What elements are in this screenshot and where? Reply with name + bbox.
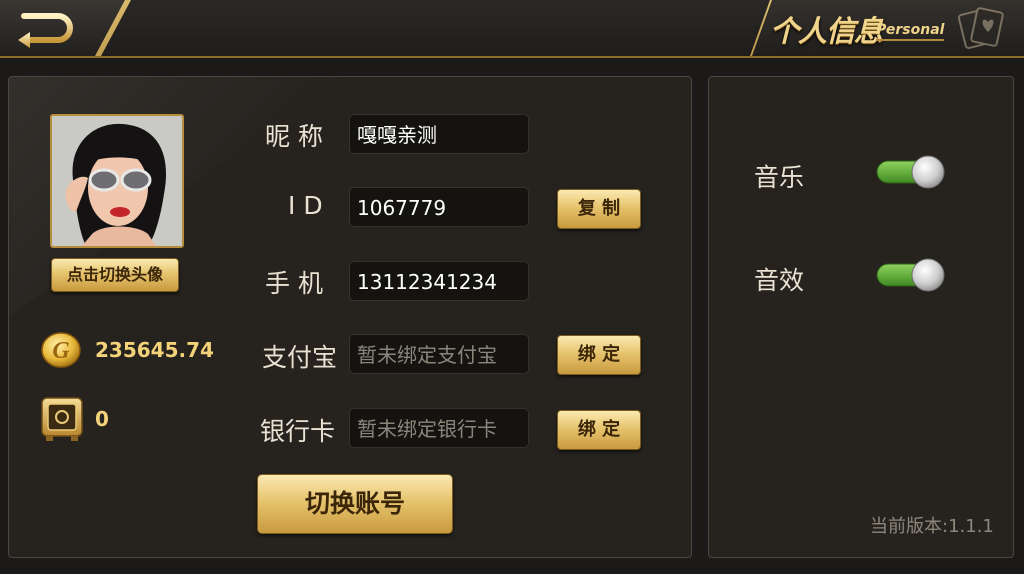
playing-cards-icon xyxy=(957,7,1004,50)
safe-balance: 0 xyxy=(95,407,109,431)
back-arrow-icon[interactable] xyxy=(14,8,78,48)
bank-card-field[interactable]: 暂未绑定银行卡 xyxy=(349,408,529,448)
copy-id-button[interactable]: 复 制 xyxy=(557,189,641,229)
music-toggle[interactable] xyxy=(876,155,946,189)
gold-coin-icon: G xyxy=(41,332,81,368)
sound-effects-toggle[interactable] xyxy=(876,258,946,292)
avatar[interactable] xyxy=(50,114,184,248)
bind-bank-card-button[interactable]: 绑 定 xyxy=(557,410,641,450)
version-text: 当前版本:1.1.1 xyxy=(870,516,994,537)
safe-box-icon[interactable] xyxy=(40,396,84,442)
nickname-label: 昵 称 xyxy=(265,122,323,151)
id-label: I D xyxy=(288,191,323,220)
change-avatar-button[interactable]: 点击切换头像 xyxy=(51,258,179,292)
svg-text:G: G xyxy=(52,338,70,364)
top-bar: 个人信息 Personal xyxy=(0,0,1024,58)
alipay-field[interactable]: 暂未绑定支付宝 xyxy=(349,334,529,374)
coin-balance: 235645.74 xyxy=(95,338,214,362)
settings-panel xyxy=(708,76,1014,558)
bank-card-label: 银行卡 xyxy=(260,417,336,446)
avatar-photo xyxy=(52,116,182,246)
switch-account-button[interactable]: 切换账号 xyxy=(257,474,453,534)
page-title: 个人信息 xyxy=(770,14,883,48)
alipay-label: 支付宝 xyxy=(262,343,338,372)
music-label: 音乐 xyxy=(754,163,805,192)
phone-field[interactable]: 13112341234 xyxy=(349,261,529,301)
id-field: 1067779 xyxy=(349,187,529,227)
page-title-english: Personal xyxy=(876,22,945,41)
phone-label: 手 机 xyxy=(265,269,323,298)
bind-alipay-button[interactable]: 绑 定 xyxy=(557,335,641,375)
nickname-field[interactable]: 嘎嘎亲测 xyxy=(349,114,529,154)
sound-effects-label: 音效 xyxy=(754,266,805,295)
